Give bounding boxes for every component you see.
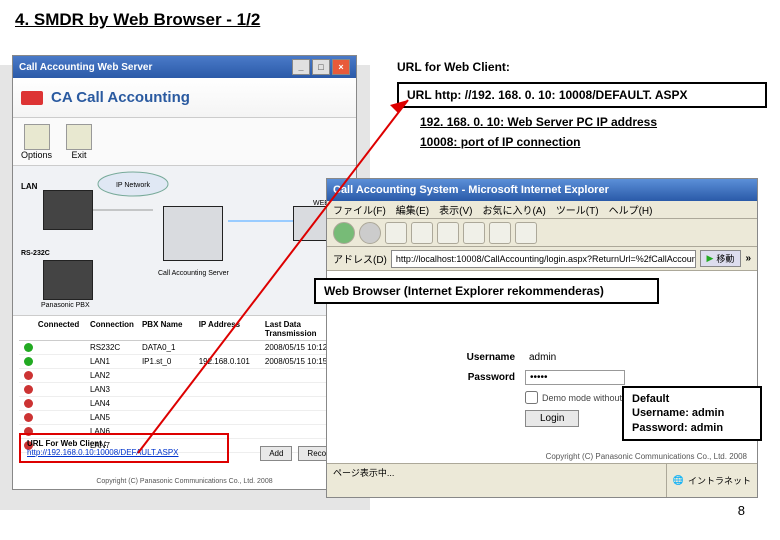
options-label: Options [21, 150, 52, 160]
address-input[interactable]: http://localhost:10008/CallAccounting/lo… [391, 250, 696, 268]
favorites-icon[interactable] [489, 222, 511, 244]
status-dot-icon [24, 413, 33, 422]
demo-checkbox[interactable] [525, 391, 538, 404]
history-icon[interactable] [515, 222, 537, 244]
brand-logo-icon [21, 91, 43, 105]
page-number: 8 [738, 503, 745, 518]
search-icon[interactable] [463, 222, 485, 244]
page-copyright: Copyright (C) Panasonic Communications C… [546, 452, 747, 461]
status-zone: 🌐 イントラネット [666, 464, 757, 497]
close-button[interactable]: × [332, 59, 350, 75]
app-titlebar[interactable]: Call Accounting Web Server _ □ × [13, 56, 356, 78]
options-button[interactable]: Options [21, 124, 52, 160]
status-dot-icon [24, 371, 33, 380]
ie-status-bar: ページ表示中... 🌐 イントラネット [327, 463, 757, 497]
col-connected: Connected [38, 320, 90, 338]
status-dot-icon [24, 399, 33, 408]
ip-desc: 192. 168. 0. 10: Web Server PC IP addres… [420, 115, 657, 129]
login-button[interactable]: Login [525, 410, 579, 427]
status-left: ページ表示中... [327, 464, 666, 497]
password-input[interactable] [525, 370, 625, 385]
menu-tools[interactable]: ツール(T) [556, 202, 599, 217]
username-label: Username [447, 352, 525, 363]
status-dot-icon [24, 343, 33, 352]
minimize-button[interactable]: _ [292, 59, 310, 75]
exit-label: Exit [72, 150, 87, 160]
home-icon[interactable] [437, 222, 459, 244]
creds-callout: Default Username: admin Password: admin [622, 386, 762, 441]
url-callout-box: URL http: //192. 168. 0. 10: 10008/DEFAU… [397, 82, 767, 108]
username-value[interactable]: admin [525, 351, 707, 364]
globe-icon: 🌐 [673, 475, 684, 486]
port-desc: 10008: port of IP connection [420, 135, 580, 149]
password-label: Password [447, 372, 525, 383]
menu-view[interactable]: 表示(V) [439, 202, 472, 217]
gear-icon [24, 124, 50, 150]
exit-button[interactable]: Exit [66, 124, 92, 160]
browser-callout: Web Browser (Internet Explorer rekommend… [314, 278, 659, 304]
app-copyright: Copyright (C) Panasonic Communications C… [13, 478, 356, 485]
app-title-text: Call Accounting Web Server [19, 62, 152, 73]
status-dot-icon [24, 385, 33, 394]
menu-help[interactable]: ヘルプ(H) [609, 202, 653, 217]
go-button[interactable]: ▶移動 [700, 250, 742, 267]
url-label-callout: URL for Web Client: [397, 60, 510, 74]
status-dot-icon [24, 357, 33, 366]
exit-icon [66, 124, 92, 150]
maximize-button[interactable]: □ [312, 59, 330, 75]
slide-title: 4. SMDR by Web Browser - 1/2 [15, 10, 260, 30]
menu-fav[interactable]: お気に入り(A) [482, 202, 545, 217]
